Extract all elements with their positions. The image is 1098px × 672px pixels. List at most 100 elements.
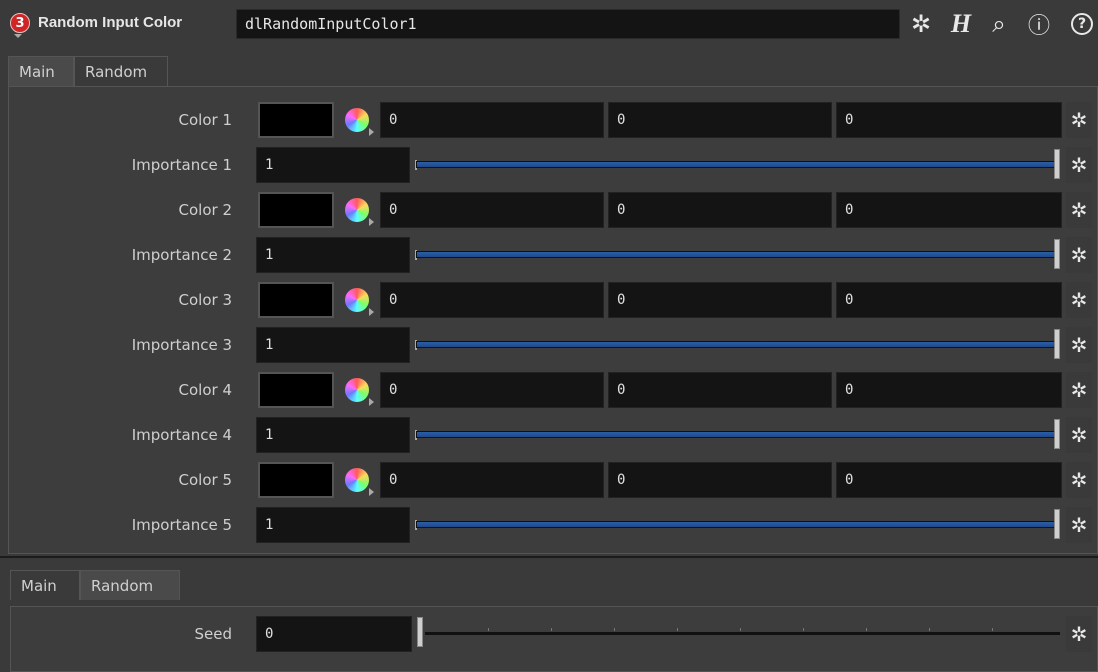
- seed-slider-tick: [614, 628, 615, 631]
- color-g-field[interactable]: 0: [608, 372, 832, 408]
- color-wheel-icon[interactable]: [345, 108, 369, 132]
- color-wheel-icon[interactable]: [345, 288, 369, 312]
- importance-label: Importance 1: [131, 156, 232, 174]
- importance-slider-track[interactable]: [416, 341, 1060, 348]
- color-r-field[interactable]: 0: [380, 192, 604, 228]
- color-wheel-icon[interactable]: [345, 378, 369, 402]
- importance-field[interactable]: 1: [256, 237, 410, 273]
- panel-divider: [0, 556, 1098, 558]
- importance-slider-handle[interactable]: [1054, 509, 1060, 539]
- seed-slider-tick: [740, 628, 741, 631]
- importance-slider-track[interactable]: [416, 431, 1060, 438]
- color-r-field[interactable]: 0: [380, 102, 604, 138]
- parameter-gear-icon[interactable]: ✲: [1066, 417, 1092, 453]
- seed-slider-tick: [992, 628, 993, 631]
- importance-label: Importance 3: [131, 336, 232, 354]
- color-r-field[interactable]: 0: [380, 462, 604, 498]
- importance-field[interactable]: 1: [256, 147, 410, 183]
- help-glyph: ?: [1071, 13, 1093, 35]
- color-swatch[interactable]: [258, 372, 334, 408]
- parameter-gear-icon[interactable]: ✲: [1066, 327, 1092, 363]
- seed-field[interactable]: 0: [256, 616, 412, 652]
- color-swatch[interactable]: [258, 192, 334, 228]
- color-menu-caret-icon[interactable]: [369, 488, 374, 496]
- color-swatch[interactable]: [258, 282, 334, 318]
- tab-random[interactable]: Random: [74, 56, 168, 86]
- parameter-gear-icon[interactable]: ✲: [1066, 372, 1092, 408]
- importance-slider-handle[interactable]: [1054, 149, 1060, 179]
- color-g-field[interactable]: 0: [608, 282, 832, 318]
- color-wheel-icon[interactable]: [345, 198, 369, 222]
- parameter-gear-icon[interactable]: ✲: [1066, 192, 1092, 228]
- top-tab-bar: Main Random: [8, 56, 168, 86]
- search-icon[interactable]: ⌕: [985, 9, 1013, 39]
- seed-slider-tick: [488, 628, 489, 631]
- tab-main[interactable]: Main: [8, 56, 74, 86]
- seed-slider-tick: [551, 628, 552, 631]
- color-g-field[interactable]: 0: [608, 462, 832, 498]
- node-name-field[interactable]: dlRandomInputColor1: [236, 9, 900, 39]
- bottom-tab-bar: Main Random: [10, 570, 180, 600]
- importance-label: Importance 2: [131, 246, 232, 264]
- parameter-header: 3 Random Input Color dlRandomInputColor1…: [0, 0, 1098, 54]
- help-icon[interactable]: ?: [1068, 9, 1096, 39]
- operator-type-glyph: 3: [15, 15, 25, 31]
- color-g-field[interactable]: 0: [608, 192, 832, 228]
- tab-random-bottom[interactable]: Random: [80, 570, 180, 600]
- operator-type-icon[interactable]: 3: [10, 13, 30, 33]
- importance-slider-track[interactable]: [416, 521, 1060, 528]
- operator-menu-caret-icon[interactable]: [14, 34, 22, 38]
- color-menu-caret-icon[interactable]: [369, 218, 374, 226]
- seed-gear-icon[interactable]: ✲: [1066, 616, 1092, 652]
- importance-slider-handle[interactable]: [1054, 239, 1060, 269]
- seed-slider-tick: [929, 628, 930, 631]
- importance-slider-handle[interactable]: [1054, 329, 1060, 359]
- info-glyph: ⓘ: [1027, 14, 1050, 39]
- seed-slider-track[interactable]: [425, 628, 1060, 635]
- color-b-field[interactable]: 0: [836, 102, 1062, 138]
- parameter-gear-icon[interactable]: ✲: [1066, 102, 1092, 138]
- seed-label: Seed: [194, 625, 233, 643]
- color-b-field[interactable]: 0: [836, 282, 1062, 318]
- color-b-field[interactable]: 0: [836, 192, 1062, 228]
- color-b-field[interactable]: 0: [836, 372, 1062, 408]
- importance-label: Importance 4: [131, 426, 232, 444]
- parameter-gear-icon[interactable]: ✲: [1066, 237, 1092, 273]
- color-label: Color 1: [178, 111, 232, 129]
- color-label: Color 3: [178, 291, 232, 309]
- color-label: Color 4: [178, 381, 232, 399]
- color-swatch[interactable]: [258, 462, 334, 498]
- color-r-field[interactable]: 0: [380, 372, 604, 408]
- importance-slider-handle[interactable]: [1054, 419, 1060, 449]
- info-icon[interactable]: ⓘ: [1026, 9, 1052, 39]
- importance-label: Importance 5: [131, 516, 232, 534]
- seed-slider-tick: [803, 628, 804, 631]
- seed-slider-tick: [866, 628, 867, 631]
- importance-field[interactable]: 1: [256, 507, 410, 543]
- color-label: Color 2: [178, 201, 232, 219]
- color-label: Color 5: [178, 471, 232, 489]
- color-wheel-icon[interactable]: [345, 468, 369, 492]
- seed-slider-handle[interactable]: [417, 617, 423, 647]
- houdini-h-glyph: H: [950, 9, 972, 38]
- gear-menu-icon[interactable]: ✲: [906, 9, 936, 39]
- color-menu-caret-icon[interactable]: [369, 308, 374, 316]
- parameter-gear-icon[interactable]: ✲: [1066, 507, 1092, 543]
- parameter-gear-icon[interactable]: ✲: [1066, 282, 1092, 318]
- importance-slider-track[interactable]: [416, 251, 1060, 258]
- seed-slider-tick: [677, 628, 678, 631]
- importance-field[interactable]: 1: [256, 327, 410, 363]
- color-g-field[interactable]: 0: [608, 102, 832, 138]
- importance-field[interactable]: 1: [256, 417, 410, 453]
- color-menu-caret-icon[interactable]: [369, 398, 374, 406]
- operator-type-label: Random Input Color: [38, 14, 183, 31]
- importance-slider-track[interactable]: [416, 161, 1060, 168]
- tab-main-bottom[interactable]: Main: [10, 570, 80, 600]
- parameter-gear-icon[interactable]: ✲: [1066, 147, 1092, 183]
- color-swatch[interactable]: [258, 102, 334, 138]
- color-r-field[interactable]: 0: [380, 282, 604, 318]
- help-houdini-icon[interactable]: H: [944, 9, 978, 39]
- parameter-gear-icon[interactable]: ✲: [1066, 462, 1092, 498]
- color-b-field[interactable]: 0: [836, 462, 1062, 498]
- color-menu-caret-icon[interactable]: [369, 128, 374, 136]
